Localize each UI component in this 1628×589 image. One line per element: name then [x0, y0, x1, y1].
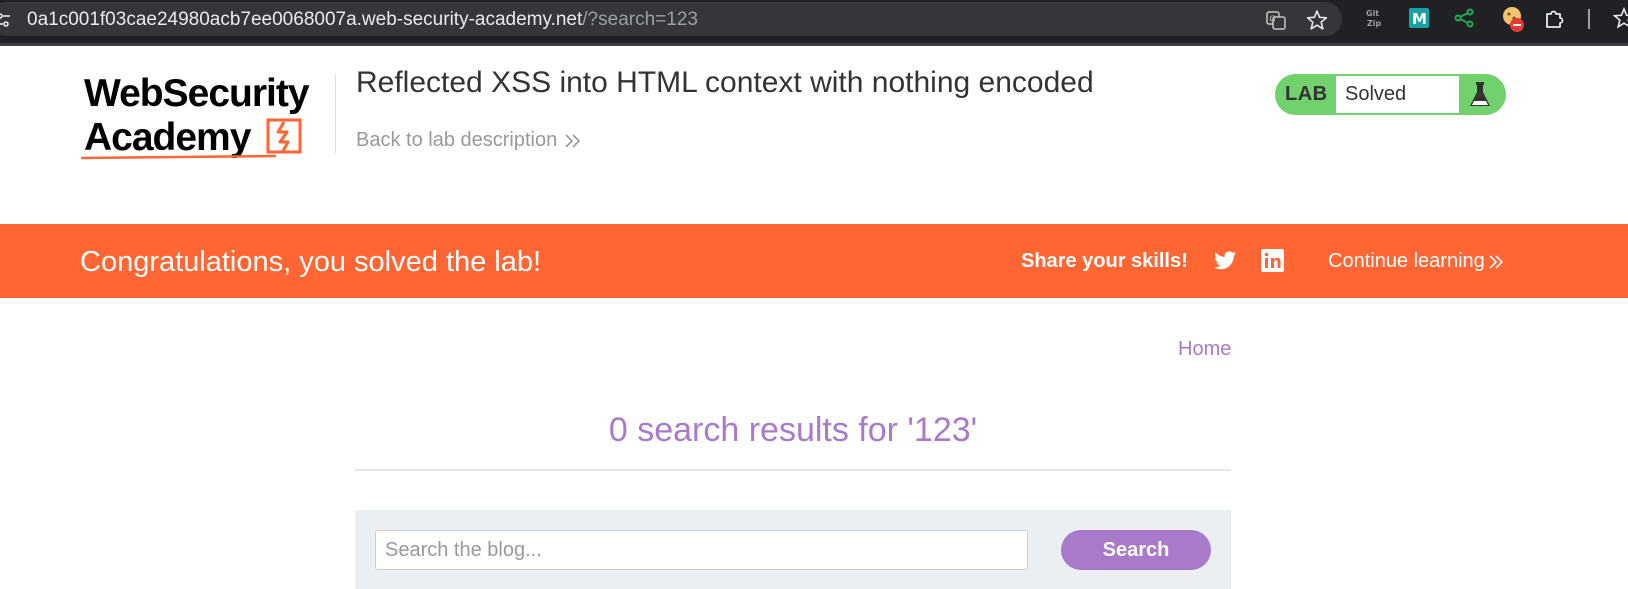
svg-text:G: G	[1270, 15, 1276, 24]
svg-text:Zip: Zip	[1367, 19, 1382, 28]
bookmarks-star-icon[interactable]	[1612, 6, 1628, 30]
continue-learning-label: Continue learning	[1328, 250, 1485, 272]
header-divider	[335, 74, 336, 154]
svg-text:M: M	[1412, 10, 1427, 28]
web-security-academy-logo[interactable]: WebSecurity Academy	[81, 70, 331, 162]
lab-status-text: Solved	[1345, 83, 1407, 105]
extensions-puzzle-icon[interactable]	[1543, 6, 1567, 30]
site-info-icon[interactable]	[0, 11, 12, 29]
lab-title: Reflected XSS into HTML context with not…	[356, 66, 1094, 99]
svg-text:WebSecurity: WebSecurity	[84, 72, 310, 115]
browser-toolbar: 0a1c001f03cae24980acb7ee0068007a.web-sec…	[0, 0, 1628, 45]
continue-learning-link[interactable]: Continue learning	[1328, 250, 1504, 273]
toolbar-border	[0, 43, 1628, 46]
cookie-extension-icon[interactable]	[1500, 5, 1526, 35]
svg-text:Academy: Academy	[84, 116, 252, 159]
home-link[interactable]: Home	[1178, 338, 1231, 361]
results-divider	[355, 469, 1231, 471]
share-extension-icon[interactable]	[1452, 6, 1476, 30]
bookmark-star-icon[interactable]	[1306, 9, 1328, 31]
twitter-icon[interactable]	[1213, 250, 1237, 272]
back-to-description-link[interactable]: Back to lab description	[356, 128, 583, 152]
search-results-heading: 0 search results for '123'	[608, 411, 978, 449]
search-input[interactable]	[375, 530, 1028, 570]
url-text[interactable]: 0a1c001f03cae24980acb7ee0068007a.web-sec…	[27, 9, 698, 31]
share-label: Share your skills!	[1021, 250, 1188, 272]
linkedin-icon[interactable]	[1261, 249, 1284, 272]
url-host: 0a1c001f03cae24980acb7ee0068007a.web-sec…	[27, 9, 583, 30]
search-button[interactable]: Search	[1061, 530, 1211, 570]
translate-icon[interactable]: G	[1265, 9, 1287, 31]
address-bar[interactable]: 0a1c001f03cae24980acb7ee0068007a.web-sec…	[0, 2, 1342, 36]
back-link-label: Back to lab description	[356, 129, 558, 151]
m-extension-icon[interactable]: M	[1407, 6, 1431, 30]
lab-badge: LAB	[1285, 83, 1328, 105]
solved-banner: Congratulations, you solved the lab! Sha…	[0, 224, 1628, 298]
gitzip-extension-icon[interactable]: Git Zip	[1363, 6, 1387, 30]
congrats-message: Congratulations, you solved the lab!	[80, 246, 542, 278]
url-path: /?search=123	[582, 9, 698, 30]
svg-text:Git: Git	[1366, 9, 1379, 18]
lab-status-widget: LAB Solved	[1275, 74, 1506, 115]
double-chevron-right-icon	[565, 134, 581, 148]
double-chevron-right-icon	[1489, 255, 1503, 269]
flask-icon	[1470, 82, 1490, 106]
toolbar-separator	[1588, 9, 1590, 29]
search-form: Search	[355, 510, 1231, 589]
